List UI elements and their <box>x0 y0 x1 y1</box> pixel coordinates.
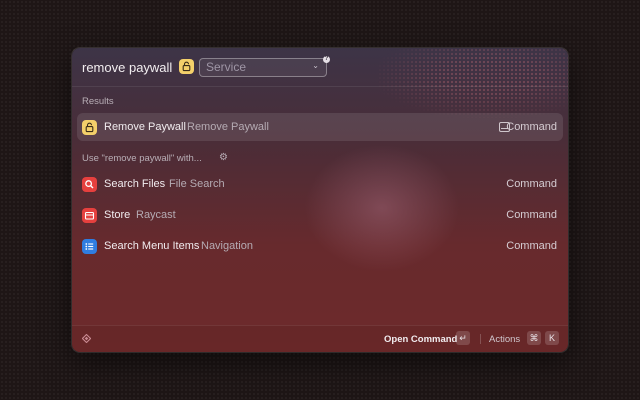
footer-divider <box>480 334 481 344</box>
k-key-badge: K <box>545 331 559 345</box>
search-input[interactable]: remove paywall <box>82 60 172 75</box>
row-title: Search Menu Items <box>104 240 200 252</box>
return-key-badge: ↵ <box>456 331 470 345</box>
fallback-row-store[interactable]: Store Raycast Command <box>77 201 563 229</box>
search-bar: remove paywall Service ⌄ ? <box>72 48 568 87</box>
service-dropdown[interactable]: Service ⌄ <box>199 58 327 77</box>
actions-button[interactable]: Actions <box>489 334 520 345</box>
lock-icon <box>179 59 194 74</box>
row-subtitle: Raycast <box>136 209 176 221</box>
magnifier-icon <box>82 177 97 192</box>
fallback-row-search-files[interactable]: Search Files File Search Command <box>77 170 563 198</box>
row-subtitle: Remove Paywall <box>187 121 269 133</box>
launcher-window: remove paywall Service ⌄ ? Results Remov… <box>72 48 568 352</box>
row-subtitle: File Search <box>169 178 225 190</box>
row-title: Search Files <box>104 178 166 190</box>
action-bar: Open Command ↵ Actions ⌘ K <box>72 325 568 352</box>
row-accessory: Command <box>506 209 557 221</box>
results-section-header: Results <box>82 96 114 107</box>
chevron-down-icon: ⌄ <box>312 61 319 70</box>
row-title: Store <box>104 209 131 221</box>
row-accessory: Command <box>506 178 557 190</box>
row-subtitle: Navigation <box>201 240 253 252</box>
store-icon <box>82 208 97 223</box>
raycast-logo-icon <box>82 334 91 343</box>
menu-list-icon <box>82 239 97 254</box>
fallback-section-header: Use "remove paywall" with... <box>82 153 202 164</box>
open-command-button[interactable]: Open Command <box>384 334 457 345</box>
command-key-badge: ⌘ <box>527 331 541 345</box>
lock-icon <box>82 120 97 135</box>
help-badge-icon[interactable]: ? <box>323 56 330 63</box>
row-accessory: Command <box>506 240 557 252</box>
row-title: Remove Paywall <box>104 121 186 133</box>
result-row-remove-paywall[interactable]: Remove Paywall Remove Paywall Command <box>77 113 563 141</box>
fallback-row-search-menu-items[interactable]: Search Menu Items Navigation Command <box>77 232 563 260</box>
row-accessory: Command <box>506 121 557 133</box>
service-placeholder: Service <box>206 60 247 74</box>
gear-icon[interactable]: ⚙ <box>219 152 228 163</box>
